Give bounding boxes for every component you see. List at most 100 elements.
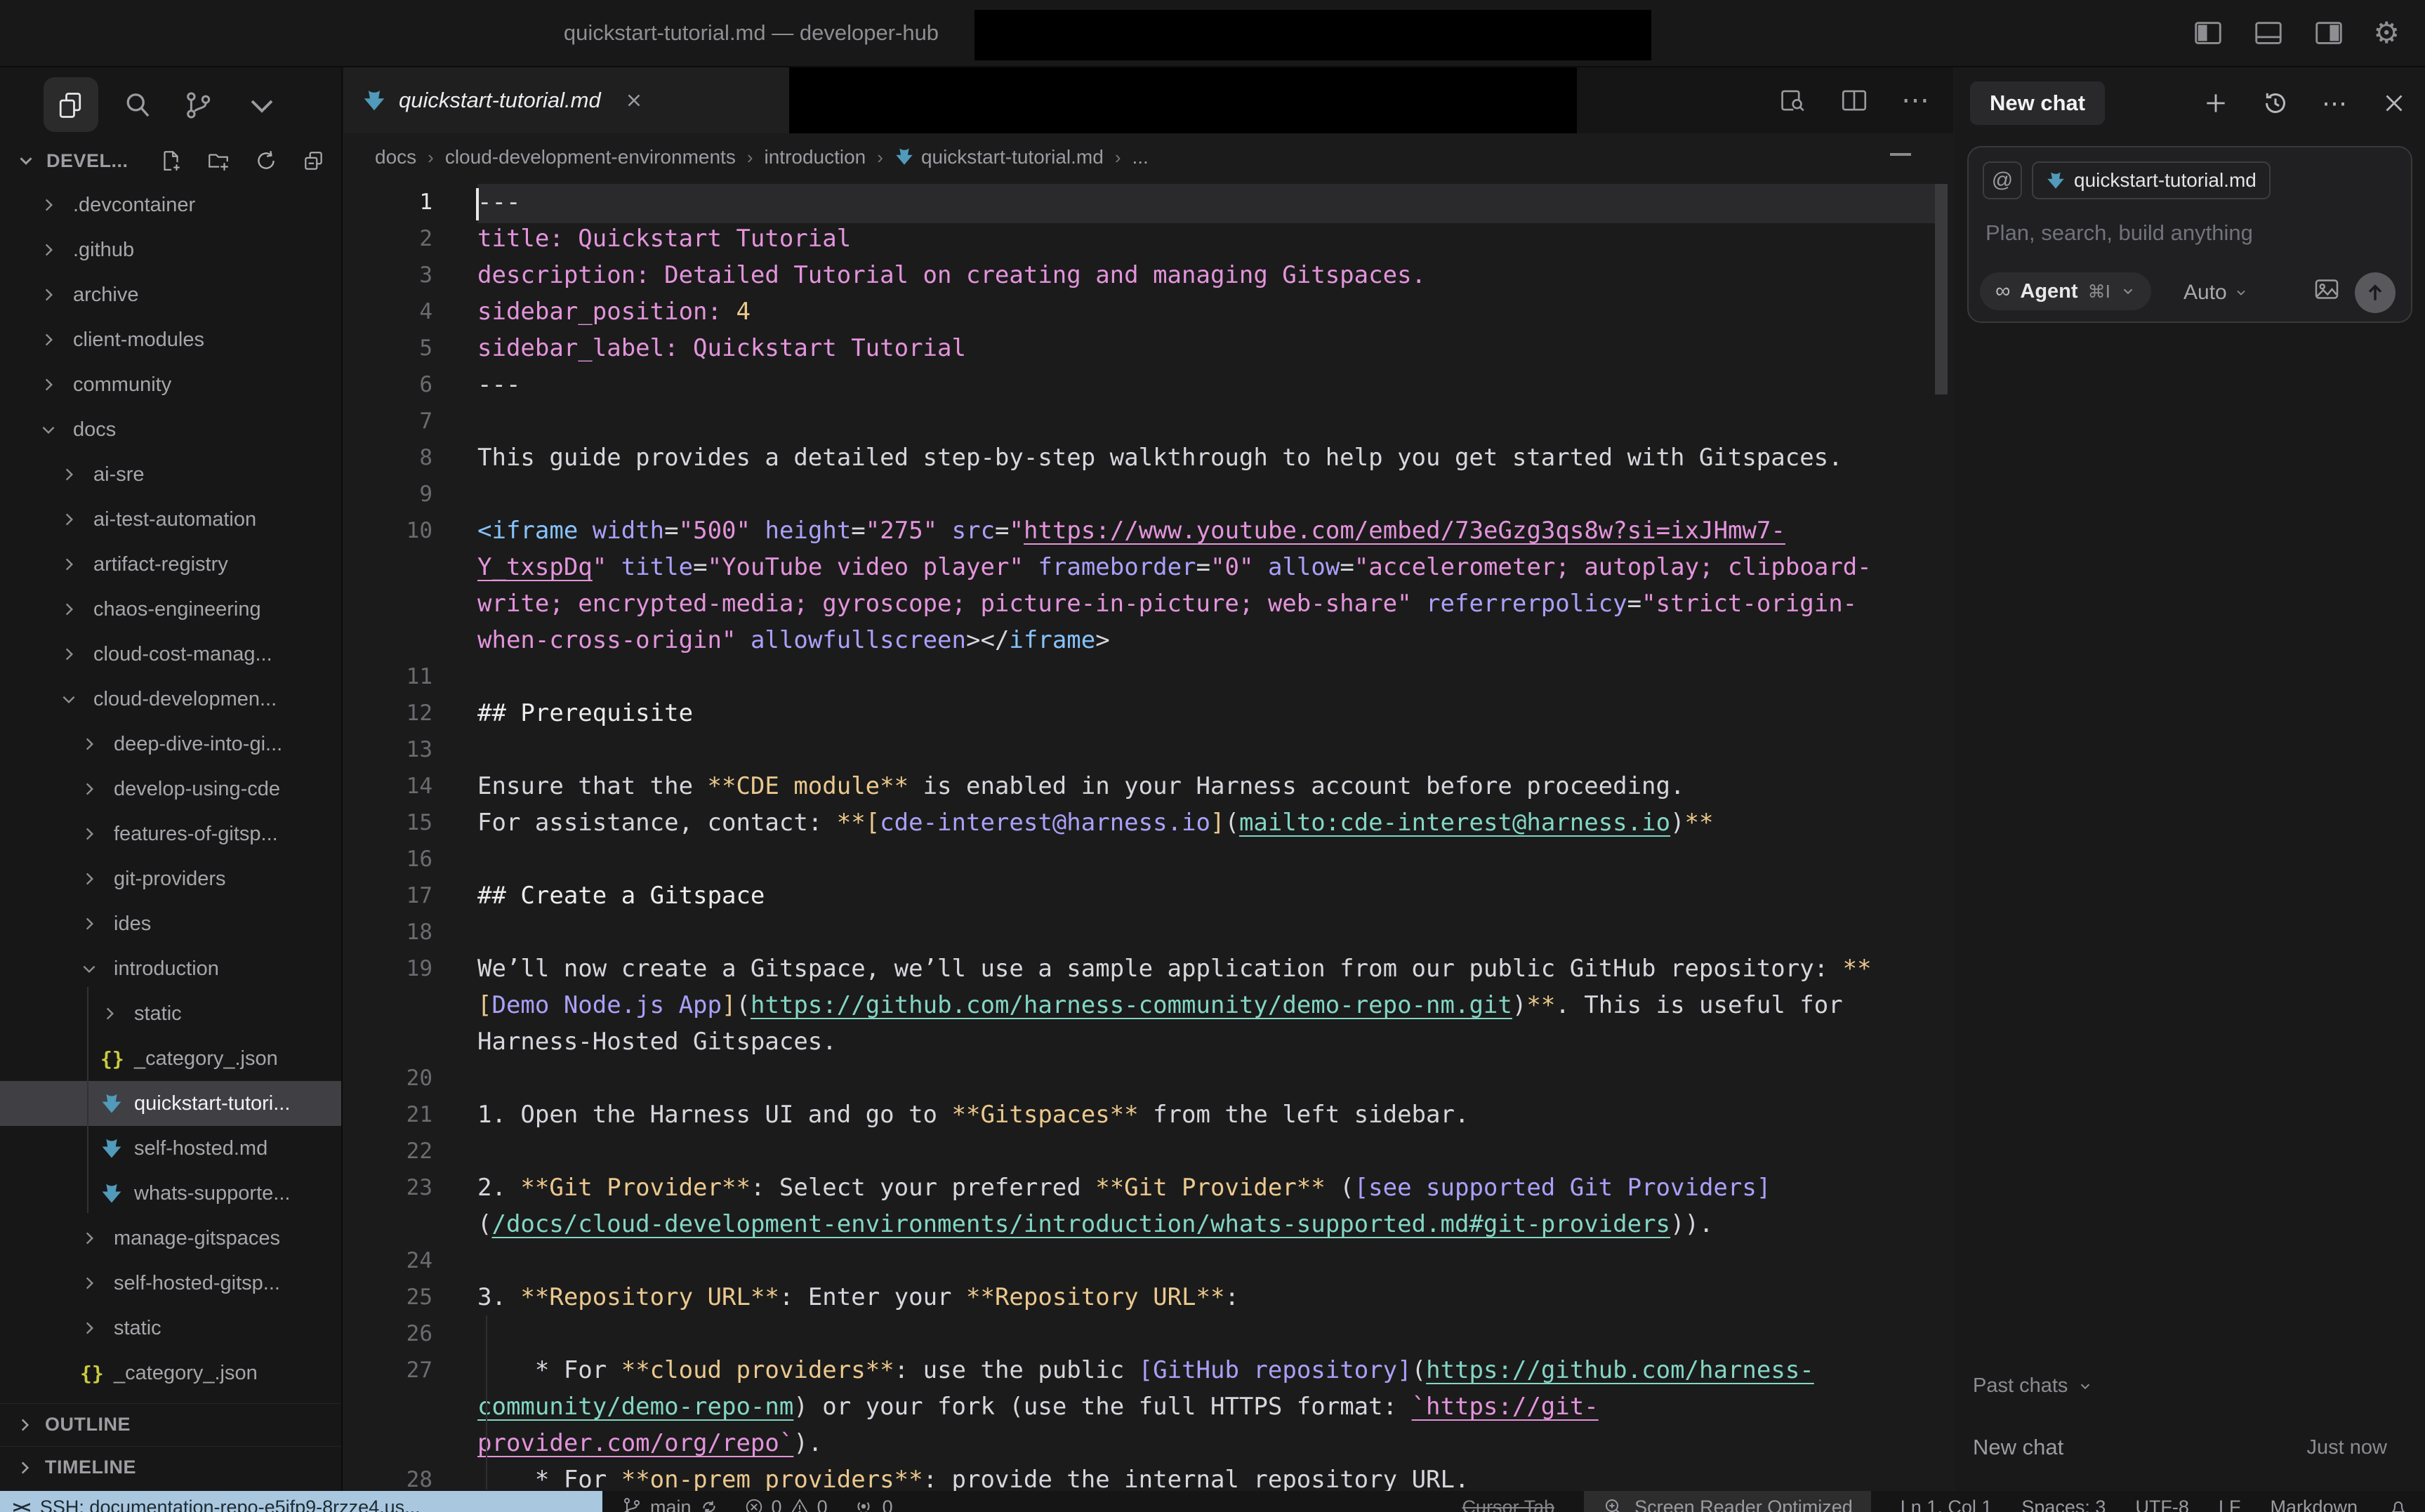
toggle-panel-icon[interactable] — [2252, 17, 2285, 49]
tree-item-manage-gitspaces[interactable]: manage-gitspaces — [0, 1216, 341, 1261]
send-button[interactable] — [2355, 272, 2396, 313]
tree-item-self-hosted-md[interactable]: self-hosted.md — [0, 1126, 341, 1171]
tree-item-community[interactable]: community — [0, 362, 341, 407]
chevron-right-icon — [15, 1416, 34, 1434]
tree-item-docs[interactable]: docs — [0, 407, 341, 452]
tree-item-git-providers[interactable]: git-providers — [0, 856, 341, 901]
notifications-bell-icon[interactable] — [2387, 1496, 2410, 1512]
tree-item-label: deep-dive-into-gi... — [114, 733, 282, 756]
line-number: 23 — [344, 1169, 432, 1206]
tree-item-static[interactable]: static — [0, 991, 341, 1036]
code-line-17: 17## Create a Gitspace — [344, 877, 1953, 914]
indentation-setting[interactable]: Spaces: 3 — [2021, 1497, 2106, 1512]
code-line-4: 4sidebar_position: 4 — [344, 293, 1953, 330]
chat-history-item[interactable]: New chat Just now — [1955, 1425, 2425, 1470]
tab-quickstart-tutorial[interactable]: quickstart-tutorial.md — [344, 67, 789, 133]
attach-image-icon[interactable] — [2313, 275, 2341, 303]
cursor-position[interactable]: Ln 1, Col 1 — [1901, 1497, 1993, 1512]
tree-item-static[interactable]: static — [0, 1306, 341, 1351]
timeline-section[interactable]: TIMELINE — [0, 1446, 341, 1488]
encoding-setting[interactable]: UTF-8 — [2135, 1497, 2189, 1512]
line-content: * For **cloud providers**: use the publi… — [477, 1352, 1898, 1461]
chat-more-icon[interactable]: ⋯ — [2322, 88, 2349, 118]
tree-item-archive[interactable]: archive — [0, 272, 341, 317]
outline-section[interactable]: OUTLINE — [0, 1403, 341, 1445]
breadcrumb-segment[interactable]: quickstart-tutorial.md — [894, 146, 1104, 168]
tree-item--category-json[interactable]: {}_category_.json — [0, 1036, 341, 1081]
tree-item--category-json[interactable]: {}_category_.json — [0, 1351, 341, 1395]
breadcrumb-separator: › — [428, 147, 434, 168]
tree-item-client-modules[interactable]: client-modules — [0, 317, 341, 362]
ports-indicator[interactable]: 0 — [852, 1495, 893, 1512]
settings-gear-icon[interactable]: ⚙ — [2373, 17, 2400, 49]
tree-item-quickstart-tutori-[interactable]: quickstart-tutori... — [0, 1081, 341, 1126]
open-preview-icon[interactable] — [1778, 86, 1807, 115]
breadcrumb-segment[interactable]: cloud-development-environments — [445, 146, 736, 168]
code-line-14: 14Ensure that the **CDE module** is enab… — [344, 768, 1953, 804]
tab-close-icon[interactable] — [623, 90, 645, 111]
new-folder-icon[interactable] — [206, 149, 230, 173]
editor-scrollbar[interactable] — [1935, 184, 1948, 394]
chat-input-box[interactable]: @ quickstart-tutorial.md Plan, search, b… — [1967, 146, 2412, 323]
remote-indicator[interactable]: >< SSH: documentation-repo-e5ifp9-8rzze4… — [0, 1491, 602, 1512]
eol-setting[interactable]: LF — [2219, 1497, 2241, 1512]
chat-close-icon[interactable] — [2381, 91, 2407, 116]
tree-item-deep-dive-into-gi-[interactable]: deep-dive-into-gi... — [0, 722, 341, 767]
breadcrumb-segment[interactable]: introduction — [765, 146, 866, 168]
tree-item-whats-supporte-[interactable]: whats-supporte... — [0, 1171, 341, 1216]
more-actions-icon[interactable]: ⋯ — [1901, 84, 1932, 117]
tree-item-cloud-cost-manag-[interactable]: cloud-cost-manag... — [0, 632, 341, 677]
model-dropdown[interactable]: Auto — [2183, 281, 2248, 305]
chat-input-placeholder[interactable]: Plan, search, build anything — [1985, 220, 2253, 246]
chevron-right-icon — [39, 286, 67, 304]
breadcrumb-segment[interactable]: ... — [1132, 146, 1148, 168]
more-views-chevron-icon[interactable] — [247, 95, 277, 117]
tree-item-ai-test-automation[interactable]: ai-test-automation — [0, 497, 341, 542]
tree-item-introduction[interactable]: introduction — [0, 946, 341, 991]
tree-item-artifact-registry[interactable]: artifact-registry — [0, 542, 341, 587]
source-control-icon[interactable] — [183, 90, 213, 121]
agent-mode-dropdown[interactable]: ∞ Agent ⌘I — [1980, 272, 2151, 310]
past-chats-dropdown[interactable]: Past chats — [1973, 1374, 2093, 1398]
line-number: 2 — [344, 220, 432, 257]
problems-indicator[interactable]: 0 0 — [744, 1497, 828, 1512]
tree-item-ai-sre[interactable]: ai-sre — [0, 452, 341, 497]
toggle-sidebar-icon[interactable] — [2192, 17, 2224, 49]
chevron-right-icon — [60, 555, 88, 573]
chat-tab-new-chat[interactable]: New chat — [1970, 81, 2105, 125]
chat-history-icon[interactable] — [2261, 89, 2289, 117]
refresh-icon[interactable] — [254, 149, 278, 173]
screen-reader-indicator[interactable]: Screen Reader Optimized — [1584, 1491, 1871, 1512]
search-icon[interactable] — [122, 90, 153, 121]
toggle-secondary-sidebar-icon[interactable] — [2313, 17, 2345, 49]
new-file-icon[interactable] — [159, 149, 183, 173]
language-mode[interactable]: Markdown — [2270, 1497, 2358, 1512]
code-area[interactable]: 1---2title: Quickstart Tutorial3descript… — [344, 181, 1953, 1491]
new-chat-plus-icon[interactable] — [2202, 90, 2229, 117]
line-number: 16 — [344, 841, 432, 877]
collapse-all-icon[interactable] — [302, 149, 326, 173]
tree-item-develop-using-cde[interactable]: develop-using-cde — [0, 767, 341, 811]
tree-item--github[interactable]: .github — [0, 227, 341, 272]
tree-item-self-hosted-gitsp-[interactable]: self-hosted-gitsp... — [0, 1261, 341, 1306]
tree-item-ides[interactable]: ides — [0, 901, 341, 946]
add-context-button[interactable]: @ — [1983, 161, 2022, 199]
tree-item-features-of-gitsp-[interactable]: features-of-gitsp... — [0, 811, 341, 856]
breadcrumb-overflow-dash[interactable] — [1890, 153, 1911, 156]
context-chip[interactable]: quickstart-tutorial.md — [2032, 161, 2271, 199]
branch-indicator[interactable]: main — [621, 1496, 720, 1512]
cursor-tab-toggle[interactable]: Cursor Tab — [1462, 1497, 1555, 1512]
explorer-files-icon[interactable] — [55, 90, 86, 121]
tree-item-label: ides — [114, 913, 151, 936]
tree-item-label: .github — [73, 239, 134, 262]
code-line-19: 19We’ll now create a Gitspace, we’ll use… — [344, 950, 1953, 1060]
breadcrumb-segment[interactable]: docs — [375, 146, 416, 168]
split-editor-icon[interactable] — [1839, 86, 1869, 115]
explorer-section-header[interactable]: DEVEL... — [0, 140, 341, 181]
tree-item-chaos-engineering[interactable]: chaos-engineering — [0, 587, 341, 632]
at-symbol: @ — [1992, 168, 2013, 192]
tree-item--devcontainer[interactable]: .devcontainer — [0, 183, 341, 227]
tree-item-label: community — [73, 373, 171, 397]
explorer-collapse-chevron-icon[interactable] — [15, 150, 37, 171]
tree-item-cloud-developmen-[interactable]: cloud-developmen... — [0, 677, 341, 722]
